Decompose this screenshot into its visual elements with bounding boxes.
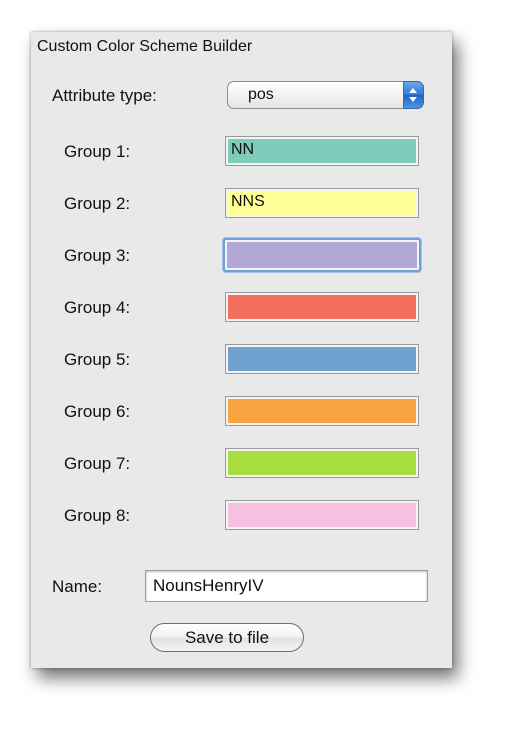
- attribute-type-label: Attribute type:: [52, 86, 157, 105]
- group-2-label: Group 2:: [64, 194, 131, 213]
- group-5-swatch: [228, 347, 416, 371]
- group-8-swatch: [228, 503, 416, 527]
- group-6-color-field[interactable]: [225, 396, 419, 426]
- attribute-type-select[interactable]: pos: [227, 81, 424, 109]
- group-2-color-field[interactable]: NNS: [225, 188, 419, 218]
- group-2-swatch: NNS: [228, 191, 416, 215]
- select-stepper-icon: [403, 81, 424, 109]
- group-6-swatch: [228, 399, 416, 423]
- group-7-label: Group 7:: [64, 454, 131, 473]
- attribute-type-value: pos: [248, 86, 274, 103]
- window-title: Custom Color Scheme Builder: [37, 38, 253, 55]
- group-3-label: Group 3:: [64, 246, 131, 265]
- color-scheme-builder-window: Custom Color Scheme Builder Attribute ty…: [31, 32, 452, 668]
- save-to-file-button[interactable]: Save to file: [150, 623, 304, 652]
- scheme-name-input[interactable]: NounsHenryIV: [145, 570, 428, 602]
- group-3-color-field[interactable]: [223, 238, 421, 272]
- group-3-swatch: [227, 242, 417, 268]
- group-4-color-field[interactable]: [225, 292, 419, 322]
- name-label: Name:: [52, 577, 103, 596]
- group-6-label: Group 6:: [64, 402, 131, 421]
- group-8-label: Group 8:: [64, 506, 131, 525]
- arrow-down-icon: [409, 97, 417, 102]
- arrow-up-icon: [409, 88, 417, 93]
- group-1-swatch: NN: [228, 139, 416, 163]
- group-1-label: Group 1:: [64, 142, 131, 161]
- group-4-label: Group 4:: [64, 298, 131, 317]
- group-5-label: Group 5:: [64, 350, 131, 369]
- group-7-color-field[interactable]: [225, 448, 419, 478]
- group-4-swatch: [228, 295, 416, 319]
- group-5-color-field[interactable]: [225, 344, 419, 374]
- group-1-color-field[interactable]: NN: [225, 136, 419, 166]
- group-8-color-field[interactable]: [225, 500, 419, 530]
- group-7-swatch: [228, 451, 416, 475]
